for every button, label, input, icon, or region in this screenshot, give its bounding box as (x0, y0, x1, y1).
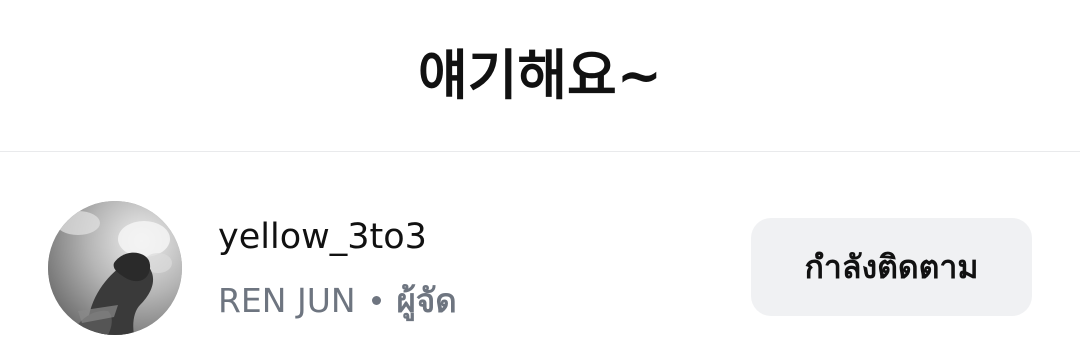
member-subline: REN JUN ผู้จัด (218, 284, 457, 317)
following-button[interactable]: กำลังติดตาม (751, 218, 1032, 316)
username[interactable]: yellow_3to3 (218, 220, 427, 255)
member-row[interactable]: yellow_3to3 REN JUN ผู้จัด กำลังติดตาม (0, 152, 1080, 360)
display-name: REN JUN (218, 281, 356, 320)
avatar[interactable] (48, 201, 182, 335)
chat-title: 얘기해요~ (418, 43, 662, 107)
header: 얘기해요~ (0, 0, 1080, 152)
chat-members-screen: 얘기해요~ yellow_3to3 REN JUN ผู้จัด กำลังติ… (0, 0, 1080, 360)
avatar-photo-icon (48, 201, 182, 335)
role-label: ผู้จัด (396, 281, 457, 320)
separator-dot (371, 296, 381, 305)
